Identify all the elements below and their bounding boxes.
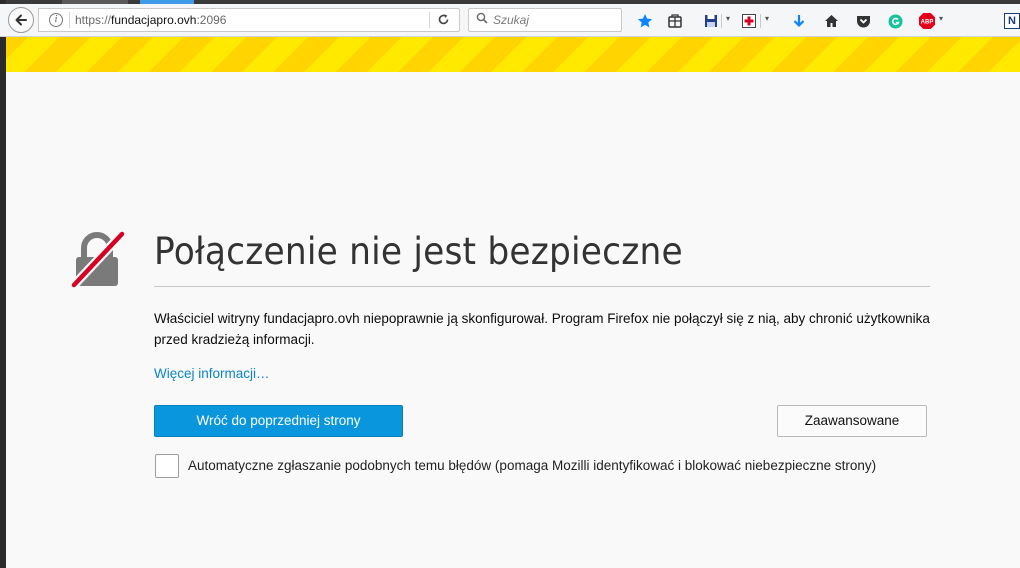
url-separator (69, 12, 70, 28)
adblock-dropdown-icon[interactable]: ▾ (939, 14, 943, 23)
broken-lock-icon (70, 230, 126, 288)
more-info-link[interactable]: Więcej informacji… (154, 366, 270, 381)
report-errors-checkbox[interactable] (155, 454, 179, 478)
error-page: Połączenie nie jest bezpieczne Właścicie… (6, 72, 1020, 568)
info-icon[interactable]: i (49, 13, 63, 27)
go-back-button[interactable]: Wróć do poprzedniej strony (154, 405, 403, 437)
url-divider (429, 12, 430, 28)
url-bar[interactable]: i https://fundacjapro.ovh:2096 (38, 8, 460, 32)
search-bar[interactable]: Szukaj (468, 8, 622, 32)
reading-list-icon[interactable] (666, 12, 684, 30)
back-arrow-icon (15, 14, 27, 26)
url-port: :2096 (196, 13, 227, 27)
navigation-toolbar: i https://fundacjapro.ovh:2096 Szukaj ▾ … (0, 4, 1020, 37)
warning-stripe (6, 37, 1020, 72)
extension-n-icon[interactable]: N (1003, 12, 1020, 30)
page-title: Połączenie nie jest bezpieczne (154, 230, 683, 273)
adblock-plus-icon[interactable]: ABP (917, 12, 937, 30)
save-dropdown-icon[interactable]: ▾ (726, 14, 730, 23)
reload-icon[interactable] (437, 13, 450, 29)
url-host: fundacjapro.ovh (111, 13, 197, 27)
search-icon (476, 12, 488, 27)
home-icon[interactable] (822, 12, 840, 30)
advanced-button[interactable]: Zaawansowane (777, 405, 927, 437)
title-divider (154, 286, 930, 287)
back-button[interactable] (8, 7, 34, 33)
bookmark-star-icon[interactable] (636, 12, 654, 30)
pocket-icon[interactable] (854, 12, 872, 30)
grammarly-icon[interactable] (886, 12, 904, 30)
save-icon[interactable] (702, 12, 720, 30)
first-aid-icon[interactable] (740, 12, 758, 30)
extension-n-label: N (1004, 13, 1020, 29)
toolbar-separator (760, 14, 761, 28)
addon-dropdown-icon[interactable]: ▾ (765, 14, 769, 23)
url-text[interactable]: https://fundacjapro.ovh:2096 (75, 13, 226, 27)
abp-label: ABP (921, 20, 934, 26)
download-arrow-icon[interactable] (790, 12, 808, 30)
url-scheme: https:// (75, 13, 112, 27)
report-errors-label[interactable]: Automatyczne zgłaszanie podobnych temu b… (188, 455, 928, 476)
error-description: Właściciel witryny fundacjapro.ovh niepo… (154, 311, 930, 347)
toolbar-separator (721, 14, 722, 28)
search-placeholder: Szukaj (493, 13, 530, 27)
